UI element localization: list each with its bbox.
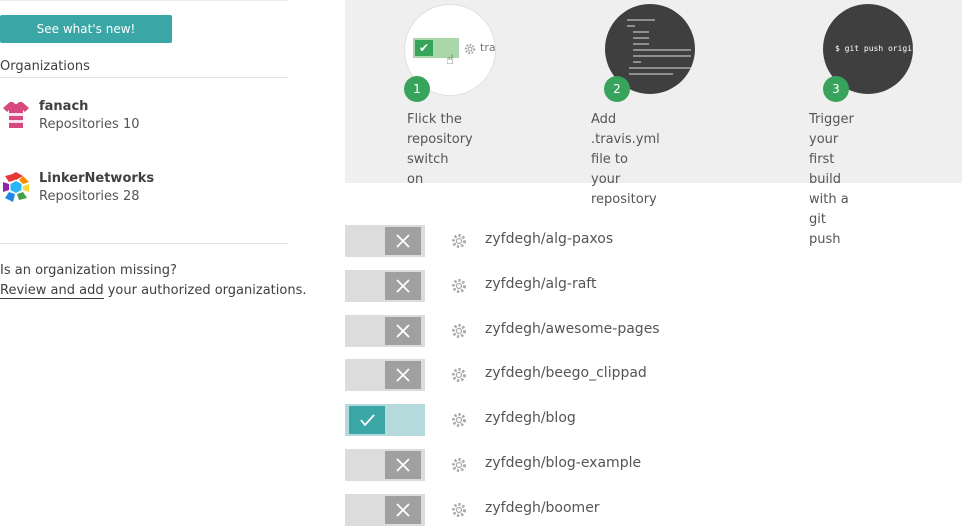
linkernetworks-avatar (1, 172, 31, 202)
step-number-badge: 2 (604, 76, 630, 102)
step-number-badge: 3 (823, 76, 849, 102)
sidebar-divider (0, 0, 288, 1)
org-name: fanach (39, 99, 89, 114)
switch-knob (385, 227, 421, 255)
repo-name-link[interactable]: zyfdegh/boomer (485, 500, 600, 516)
repo-toggle-switch[interactable] (345, 359, 425, 391)
repo-toggle-switch[interactable] (345, 449, 425, 481)
organizations-bottom-divider (0, 243, 288, 244)
switch-knob (385, 451, 421, 479)
repo-toggle-switch[interactable] (345, 404, 425, 436)
repo-name-link[interactable]: zyfdegh/blog-example (485, 455, 641, 471)
step-caption: Add .travis.yml file to your repository (591, 110, 660, 210)
close-icon (396, 458, 410, 472)
close-icon (396, 234, 410, 248)
org-name: LinkerNetworks (39, 171, 155, 186)
org-item-linkernetworks[interactable]: LinkerNetworks Repositories 28 (0, 171, 288, 211)
repo-name-link[interactable]: zyfdegh/awesome-pages (485, 321, 660, 337)
caption-line: on (407, 172, 424, 187)
repo-toggle-switch[interactable] (345, 315, 425, 347)
repo-row: zyfdegh/alg-paxos (345, 225, 962, 257)
repo-row: zyfdegh/alg-raft (345, 270, 962, 302)
repo-row: zyfdegh/blog-example (345, 449, 962, 481)
gear-icon[interactable] (451, 367, 467, 383)
organizations-divider (0, 77, 288, 78)
repo-row: zyfdegh/beego_clippad (345, 359, 962, 391)
repo-row: zyfdegh/boomer (345, 494, 962, 526)
missing-question: Is an organization missing? (0, 263, 177, 278)
switch-knob (349, 406, 385, 434)
step-number-badge: 1 (404, 76, 430, 102)
repo-name-link[interactable]: zyfdegh/alg-raft (485, 276, 596, 292)
repo-toggle-switch[interactable] (345, 494, 425, 526)
gear-icon[interactable] (451, 502, 467, 518)
switch-knob (385, 317, 421, 345)
gear-icon[interactable] (451, 233, 467, 249)
getting-started-panel: ✔ tra ☝ 1 Flick the repository switch on (345, 0, 962, 247)
check-icon (360, 414, 375, 427)
repo-name-link[interactable]: zyfdegh/blog (485, 410, 576, 426)
switch-knob (385, 496, 421, 524)
repo-name-link[interactable]: zyfdegh/alg-paxos (485, 231, 613, 247)
repo-toggle-switch[interactable] (345, 225, 425, 257)
preview-gear-icon (464, 43, 476, 55)
switch-knob (385, 361, 421, 389)
gear-icon[interactable] (451, 457, 467, 473)
step-caption: Flick the repository switch on (407, 110, 473, 190)
org-repo-count: Repositories 28 (39, 189, 140, 204)
switch-knob (385, 272, 421, 300)
preview-repo-text: tra (480, 41, 496, 54)
repo-name-link[interactable]: zyfdegh/beego_clippad (485, 365, 647, 381)
caption-line: Trigger your first build (809, 112, 854, 187)
gear-icon[interactable] (451, 412, 467, 428)
fanach-avatar (3, 102, 29, 128)
caption-line: your repository (591, 172, 657, 207)
cursor-hand-icon: ☝ (446, 53, 454, 68)
org-repo-count: Repositories 10 (39, 117, 140, 132)
repo-row: zyfdegh/awesome-pages (345, 315, 962, 347)
org-item-fanach[interactable]: fanach Repositories 10 (0, 99, 288, 139)
preview-check-icon: ✔ (415, 40, 433, 56)
repo-toggle-switch[interactable] (345, 270, 425, 302)
close-icon (396, 503, 410, 517)
organizations-heading: Organizations (0, 59, 90, 74)
caption-line: Add .travis.yml file to (591, 112, 660, 167)
gear-icon[interactable] (451, 278, 467, 294)
caption-line: Flick the (407, 112, 462, 127)
missing-rest-text: your authorized organizations. (103, 283, 307, 298)
git-push-command: $ git push origin (835, 44, 913, 53)
close-icon (396, 324, 410, 338)
see-whats-new-button[interactable]: See what's new! (0, 15, 172, 43)
repo-row: zyfdegh/blog (345, 404, 962, 436)
close-icon (396, 368, 410, 382)
missing-review-line: Review and add your authorized organizat… (0, 281, 306, 301)
caption-line: repository switch (407, 132, 473, 167)
missing-organization-note: Is an organization missing? Review and a… (0, 261, 306, 301)
review-and-add-link[interactable]: Review and add (0, 283, 104, 299)
close-icon (396, 279, 410, 293)
gear-icon[interactable] (451, 323, 467, 339)
